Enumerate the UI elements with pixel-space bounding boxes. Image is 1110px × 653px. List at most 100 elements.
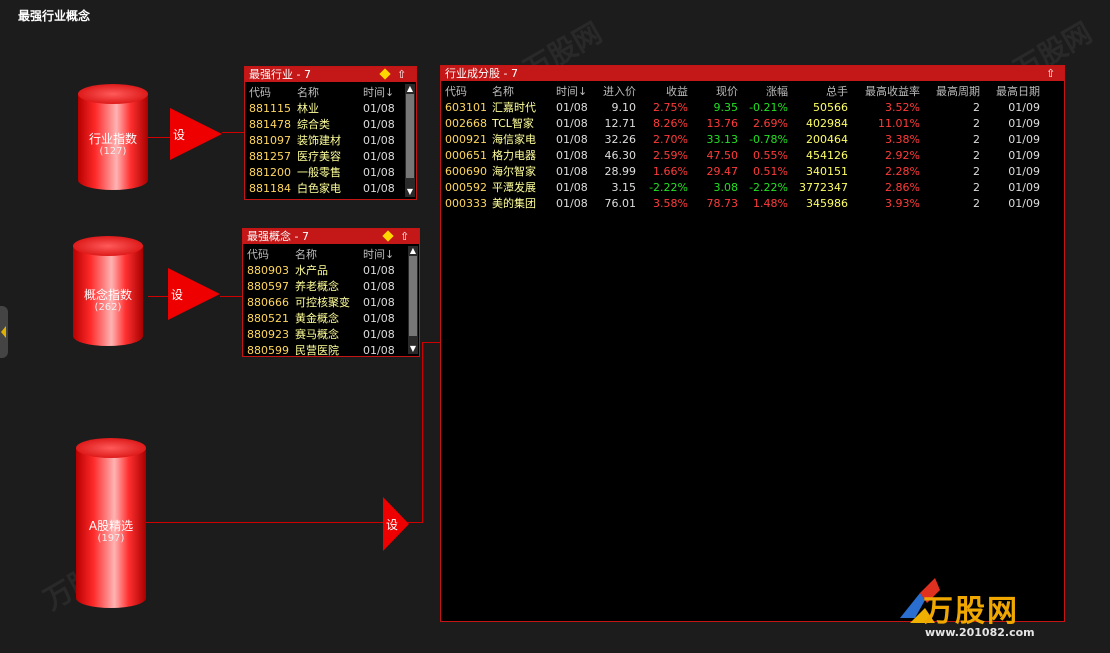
cell-code: 880666 <box>247 295 289 309</box>
cell-price: 33.13 <box>706 132 739 146</box>
cell-code: 600690 <box>445 164 487 178</box>
collapse-handle[interactable] <box>0 306 8 358</box>
cell-code: 000333 <box>445 196 487 210</box>
table-row[interactable]: 600690 海尔智家 01/08 28.99 1.66% 29.47 0.51% 34015… <box>445 163 1040 179</box>
table-row[interactable]: 880666 可控核聚变 01/08 <box>247 294 407 310</box>
table-row[interactable]: 603101 汇嘉时代 01/08 9.10 2.75% 9.35 -0.21% 50566 3… <box>445 99 1040 115</box>
table-row[interactable]: 000651 格力电器 01/08 46.30 2.59% 47.50 0.55% 45412… <box>445 147 1040 163</box>
col-header[interactable]: 现价 <box>688 83 738 99</box>
table-row[interactable]: 881097 装饰建材 01/08 <box>249 132 403 148</box>
scroll-up-icon[interactable]: ▲ <box>405 85 415 93</box>
connector <box>422 342 440 343</box>
diamond-icon[interactable] <box>382 230 394 242</box>
cell-max_rate: 2.28% <box>885 164 920 178</box>
col-header[interactable]: 时间↓ <box>363 84 403 100</box>
col-header[interactable]: 代码 <box>247 246 295 262</box>
scroll-thumb[interactable] <box>406 94 414 178</box>
table-row[interactable]: 881184 白色家电 01/08 <box>249 180 403 196</box>
cell-time: 01/08 <box>556 164 588 178</box>
cell-change: 1.48% <box>753 196 788 210</box>
scrollbar[interactable]: ▲ ▼ <box>405 84 415 197</box>
cell-name: 一般零售 <box>297 166 341 179</box>
scroll-down-icon[interactable]: ▼ <box>405 188 415 196</box>
cell-max_period: 2 <box>973 196 980 210</box>
col-header[interactable]: 时间↓ <box>556 83 594 99</box>
col-header[interactable]: 收益 <box>636 83 688 99</box>
cell-time: 01/08 <box>556 196 588 210</box>
cell-code: 881115 <box>249 101 291 115</box>
col-header[interactable]: 代码 <box>445 83 492 99</box>
table-row[interactable]: 881257 医疗美容 01/08 <box>249 148 403 164</box>
connector <box>422 342 423 523</box>
cell-name: 可控核聚变 <box>295 296 350 309</box>
col-header[interactable]: 最高日期 <box>980 83 1040 99</box>
col-header[interactable]: 名称 <box>492 83 556 99</box>
col-header[interactable]: 最高收益率 <box>848 83 920 99</box>
cell-entry: 76.01 <box>604 196 637 210</box>
concept-index-node[interactable]: 概念指数 (262) <box>73 236 143 346</box>
table-row[interactable]: 881115 林业 01/08 <box>249 100 403 116</box>
table-row[interactable]: 881200 一般零售 01/08 <box>249 164 403 180</box>
logo-text: 万股网 <box>923 594 1019 629</box>
col-header[interactable]: 时间↓ <box>363 246 407 262</box>
col-header[interactable]: 进入价 <box>594 83 636 99</box>
col-header[interactable]: 总手 <box>788 83 848 99</box>
panel-titlebar: 行业成分股 - 7 ⇧ <box>441 66 1064 81</box>
cell-name: 汇嘉时代 <box>492 101 536 114</box>
cell-change: -0.78% <box>749 132 788 146</box>
industry-panel[interactable]: 最强行业 - 7 ⇧ 代码 名称 时间↓ 881115 林业 01/08 881478… <box>244 66 417 200</box>
cell-max_rate: 3.93% <box>885 196 920 210</box>
cell-time: 01/08 <box>363 149 395 163</box>
table-row[interactable]: 000592 平潭发展 01/08 3.15 -2.22% 3.08 -2.22% 37723… <box>445 179 1040 195</box>
stocks-panel[interactable]: 行业成分股 - 7 ⇧ 代码 名称 时间↓ 进入价 收益 现价 涨幅 总手 最高… <box>440 65 1065 622</box>
cell-time: 01/08 <box>363 117 395 131</box>
col-header[interactable]: 名称 <box>297 84 363 100</box>
cell-max_period: 2 <box>973 180 980 194</box>
cell-time: 01/08 <box>363 343 395 357</box>
table-row[interactable]: 002668 TCL智家 01/08 12.71 8.26% 13.76 2.69% 4029… <box>445 115 1040 131</box>
table-row[interactable]: 880597 养老概念 01/08 <box>247 278 407 294</box>
table-row[interactable]: 000921 海信家电 01/08 32.26 2.70% 33.13 -0.78% 2004… <box>445 131 1040 147</box>
scroll-thumb[interactable] <box>409 256 417 336</box>
table-row[interactable]: 880903 水产品 01/08 <box>247 262 407 278</box>
setter-label[interactable]: 设 <box>173 126 185 143</box>
table-row[interactable]: 880599 民营医院 01/08 <box>247 342 407 358</box>
maximize-icon[interactable]: ⇧ <box>1046 66 1055 81</box>
col-header[interactable]: 名称 <box>295 246 363 262</box>
cell-time: 01/08 <box>363 279 395 293</box>
node-label: 概念指数 <box>83 288 132 302</box>
cell-code: 881184 <box>249 181 291 195</box>
diamond-icon[interactable] <box>379 68 391 80</box>
setter-label[interactable]: 设 <box>171 286 183 303</box>
maximize-icon[interactable]: ⇧ <box>400 229 409 244</box>
maximize-icon[interactable]: ⇧ <box>397 67 406 82</box>
cell-max_date: 01/09 <box>1008 132 1040 146</box>
cell-name: 医疗美容 <box>297 150 341 163</box>
col-header[interactable]: 代码 <box>249 84 297 100</box>
col-header[interactable]: 最高周期 <box>920 83 980 99</box>
table-row[interactable]: 880923 赛马概念 01/08 <box>247 326 407 342</box>
table-row[interactable]: 880521 黄金概念 01/08 <box>247 310 407 326</box>
cell-time: 01/08 <box>363 181 395 195</box>
scroll-down-icon[interactable]: ▼ <box>408 345 418 353</box>
cell-gain: 2.75% <box>653 100 688 114</box>
cell-time: 01/08 <box>556 100 588 114</box>
panel-title: 最强行业 - 7 <box>249 68 311 81</box>
table-row[interactable]: 000333 美的集团 01/08 76.01 3.58% 78.73 1.48% 34598… <box>445 195 1040 211</box>
brand-logo: 万股网 www.201082.com <box>895 578 1095 647</box>
cell-max_rate: 2.86% <box>885 180 920 194</box>
scroll-up-icon[interactable]: ▲ <box>408 247 418 255</box>
industry-index-node[interactable]: 行业指数 (127) <box>78 84 148 190</box>
app-title: 最强行业概念 <box>18 9 91 23</box>
cell-entry: 12.71 <box>604 116 637 130</box>
col-header[interactable]: 涨幅 <box>738 83 788 99</box>
cell-gain: 3.58% <box>653 196 688 210</box>
cell-time: 01/08 <box>556 116 588 130</box>
scrollbar[interactable]: ▲ ▼ <box>408 246 418 354</box>
table-row[interactable]: 881478 综合类 01/08 <box>249 116 403 132</box>
cell-volume: 454126 <box>806 148 848 162</box>
cell-name: 白色家电 <box>297 182 341 195</box>
a-share-node[interactable]: A股精选 (197) <box>76 438 146 608</box>
concept-panel[interactable]: 最强概念 - 7 ⇧ 代码 名称 时间↓ 880903 水产品 01/08 88059… <box>242 228 420 357</box>
setter-label[interactable]: 设 <box>386 516 398 533</box>
